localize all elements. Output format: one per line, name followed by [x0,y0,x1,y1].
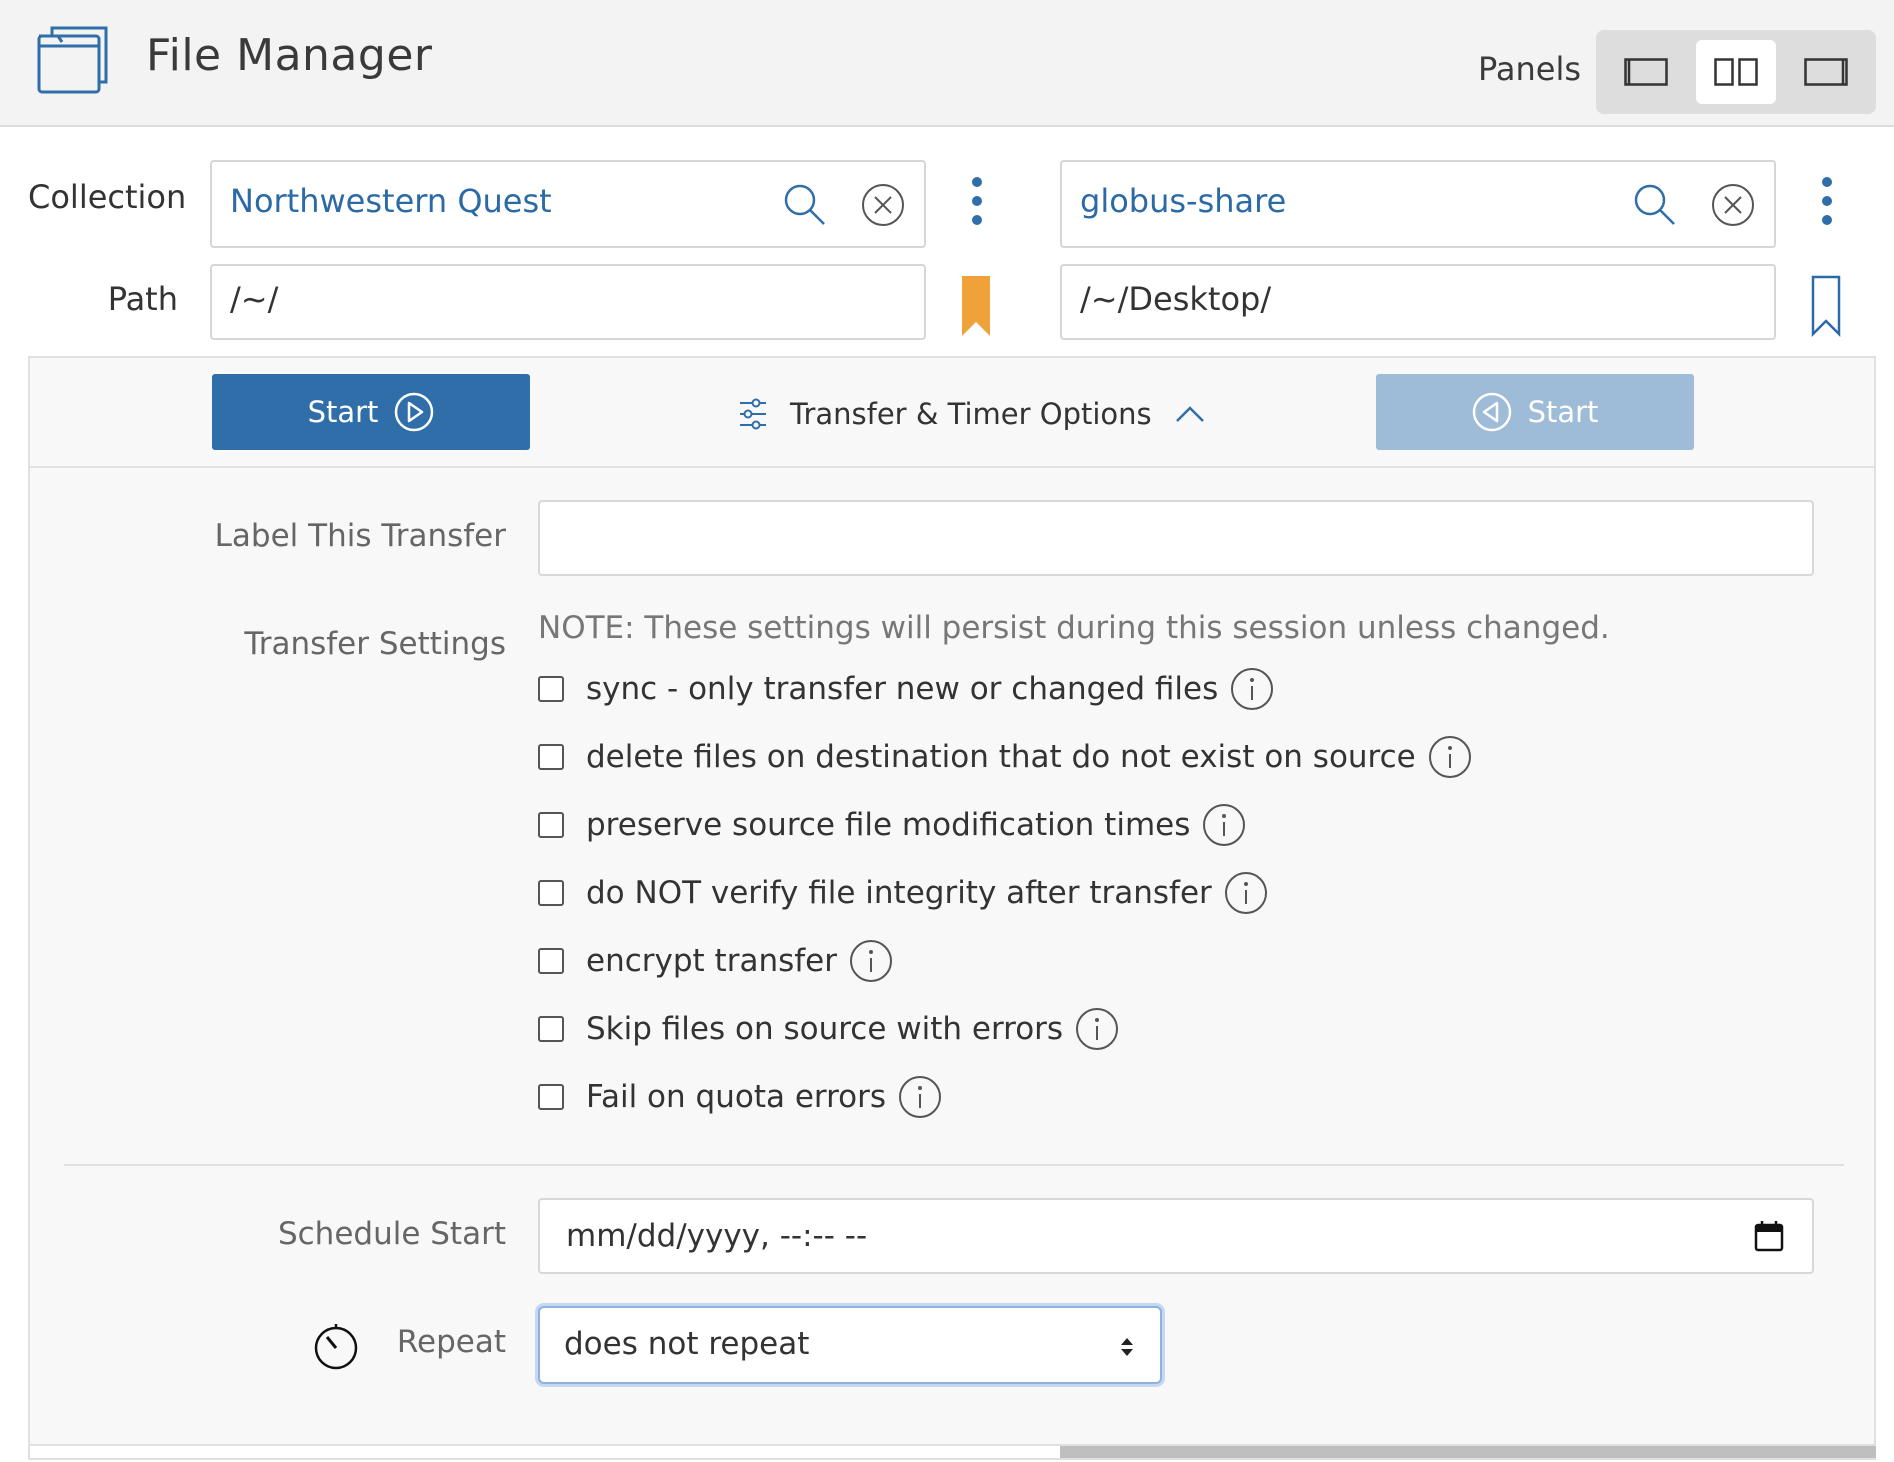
start-right-label: Start [1527,395,1599,429]
preserve-times-checkbox[interactable] [538,812,564,838]
info-icon[interactable] [1224,871,1268,915]
option-fail-quota[interactable]: Fail on quota errors [538,1074,942,1120]
clear-icon[interactable] [860,182,906,228]
sliders-icon [740,398,766,430]
info-icon[interactable] [1202,803,1246,847]
right-path-input[interactable]: /~/Desktop/ [1060,264,1776,340]
section-divider [64,1164,1844,1166]
folder-icon [37,26,108,94]
dual-panel-button[interactable] [1696,40,1776,104]
left-more-options-icon[interactable] [966,174,988,228]
select-arrows-icon [1121,1338,1133,1356]
schedule-start-label: Schedule Start [277,1216,506,1252]
info-icon[interactable] [1075,1007,1119,1051]
left-collection-field[interactable]: Northwestern Quest [210,160,926,248]
transfer-options-toggle[interactable]: Transfer & Timer Options [738,392,1206,436]
option-label: encrypt transfer [586,943,837,979]
right-collection-field[interactable]: globus-share [1060,160,1776,248]
panels-toggle-group [1596,30,1876,114]
right-collection-name: globus-share [1080,182,1287,220]
calendar-icon[interactable] [1754,1220,1784,1252]
encrypt-checkbox[interactable] [538,948,564,974]
left-collection-name: Northwestern Quest [230,182,552,220]
sync-checkbox[interactable] [538,676,564,702]
repeat-label: Repeat [396,1324,506,1360]
label-transfer-input[interactable] [538,500,1814,576]
option-no-verify[interactable]: do NOT verify file integrity after trans… [538,870,1268,916]
schedule-start-input[interactable]: mm/dd/yyyy, --:-- -- [538,1198,1814,1274]
left-path-value: /~/ [230,280,279,318]
info-icon[interactable] [1428,735,1472,779]
start-left-label: Start [307,395,379,429]
bookmark-outline-icon[interactable] [1810,274,1842,338]
start-right-button[interactable]: Start [1376,374,1694,450]
no-verify-checkbox[interactable] [538,880,564,906]
label-transfer-label: Label This Transfer [214,518,506,554]
option-delete[interactable]: delete files on destination that do not … [538,734,1472,780]
search-icon[interactable] [782,182,828,228]
transfer-options-panel: Start Transfer & Timer Options Start Lab… [28,356,1876,1446]
right-panel-button[interactable] [1786,40,1866,104]
horizontal-scrollbar[interactable] [1060,1446,1876,1458]
left-path-input[interactable]: /~/ [210,264,926,340]
play-left-icon [1472,392,1511,432]
option-skip-errors[interactable]: Skip files on source with errors [538,1006,1119,1052]
repeat-value: does not repeat [564,1326,810,1362]
bookmark-filled-icon[interactable] [960,274,992,338]
option-encrypt[interactable]: encrypt transfer [538,938,893,984]
option-label: sync - only transfer new or changed file… [586,671,1219,707]
info-icon[interactable] [1230,667,1274,711]
info-icon[interactable] [898,1075,942,1119]
transfer-bar: Start Transfer & Timer Options Start [30,358,1874,468]
transfer-settings-label: Transfer Settings [244,626,506,662]
collection-label: Collection [28,178,187,216]
option-preserve-times[interactable]: preserve source file modification times [538,802,1246,848]
chevron-up-icon [1175,406,1204,422]
single-panel-button[interactable] [1606,40,1686,104]
option-label: Fail on quota errors [586,1079,887,1115]
search-icon[interactable] [1632,182,1678,228]
info-icon[interactable] [849,939,893,983]
right-more-options-icon[interactable] [1816,174,1838,228]
single-panel-icon [1624,58,1668,86]
app-header: File Manager Panels [0,0,1894,127]
repeat-select[interactable]: does not repeat [538,1306,1162,1384]
page-title: File Manager [146,30,433,81]
path-label: Path [107,280,178,318]
clear-icon[interactable] [1710,182,1756,228]
option-label: do NOT verify file integrity after trans… [586,875,1212,911]
skip-errors-checkbox[interactable] [538,1016,564,1042]
transfer-options-label: Transfer & Timer Options [790,397,1152,431]
option-label: delete files on destination that do not … [586,739,1416,775]
schedule-start-placeholder: mm/dd/yyyy, --:-- -- [566,1218,868,1254]
dual-panel-icon [1714,58,1758,86]
option-sync[interactable]: sync - only transfer new or changed file… [538,666,1274,712]
right-path-value: /~/Desktop/ [1080,280,1272,318]
right-panel-icon [1804,58,1848,86]
delete-checkbox[interactable] [538,744,564,770]
fail-quota-checkbox[interactable] [538,1084,564,1110]
settings-note: NOTE: These settings will persist during… [538,610,1610,646]
start-left-button[interactable]: Start [212,374,530,450]
option-label: preserve source file modification times [586,807,1191,843]
play-right-icon [395,392,434,432]
panels-label: Panels [1478,50,1581,88]
option-label: Skip files on source with errors [586,1011,1064,1047]
